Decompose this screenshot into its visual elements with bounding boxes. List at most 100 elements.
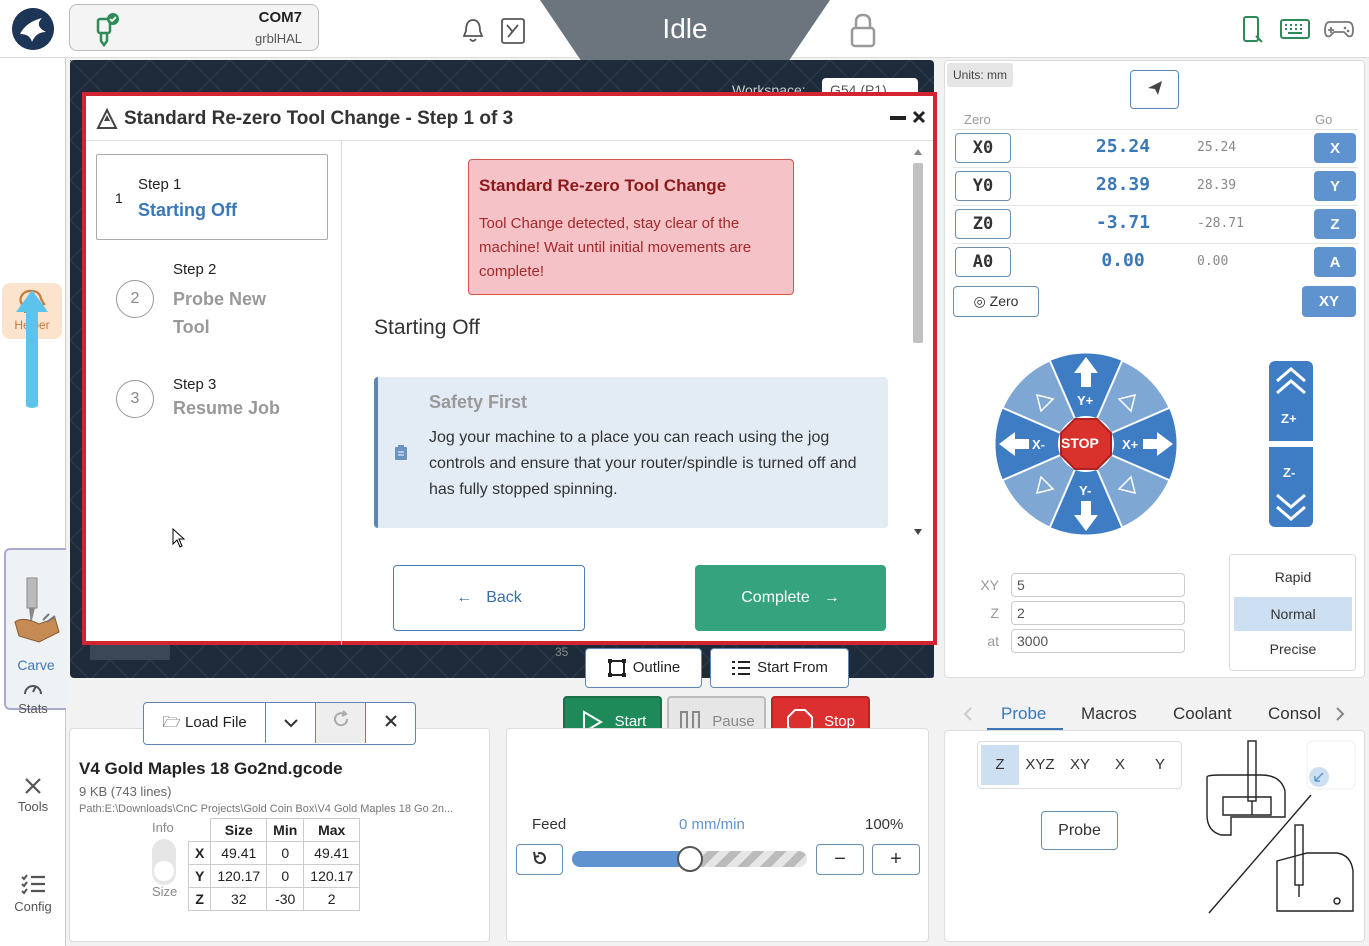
xy-step-input[interactable]: 5 [1011, 573, 1185, 597]
feed-slider-track[interactable] [572, 846, 807, 872]
keyboard-icon[interactable] [1280, 18, 1310, 40]
stats-label: Stats [18, 701, 48, 716]
cell: 120.17 [303, 864, 361, 888]
step-2-label: Step 2 [173, 261, 217, 278]
file-size: 9 KB (743 lines) [79, 784, 172, 799]
y-minus-label: Y- [1079, 483, 1092, 498]
target-icon: ◎ [973, 293, 986, 309]
zero-y-button[interactable]: Y0 [955, 171, 1011, 201]
a-machine-position: 0.00 [1197, 254, 1229, 269]
feed-decrease-button[interactable]: − [816, 844, 864, 875]
reload-button[interactable] [316, 703, 366, 743]
go-a-button[interactable]: A [1314, 247, 1356, 277]
probe-diagram [1206, 740, 1356, 914]
outline-label: Outline [632, 658, 681, 676]
port-name: COM7 [258, 9, 302, 26]
close-file-button[interactable] [366, 703, 415, 743]
z-minus-button[interactable]: Z- [1269, 447, 1313, 527]
probe-axis-xy[interactable]: XY [1061, 745, 1099, 785]
step-content: Standard Re-zero Tool Change Tool Change… [343, 141, 933, 645]
probe-axis-z[interactable]: Z [981, 745, 1019, 785]
y-work-position: 28.39 [1095, 174, 1151, 195]
z-plus-button[interactable]: Z+ [1269, 361, 1313, 441]
tab-probe[interactable]: Probe [1001, 704, 1046, 724]
speed-normal-button[interactable]: Normal [1234, 597, 1352, 631]
probe-axis-y[interactable]: Y [1141, 745, 1179, 785]
go-header: Go [1315, 112, 1333, 127]
load-file-button[interactable]: 🗁 Load File [144, 703, 266, 743]
config-nav-item[interactable]: Config [0, 872, 66, 914]
goto-button[interactable] [1130, 70, 1179, 109]
minus-icon: − [834, 848, 846, 870]
zero-all-label: Zero [989, 293, 1019, 309]
config-label: Config [14, 899, 52, 914]
safety-title: Safety First [429, 392, 528, 412]
stats-nav-item[interactable]: Stats [0, 680, 66, 716]
axis-label: Z [187, 887, 212, 911]
lock-icon[interactable] [849, 12, 877, 48]
gamepad-icon[interactable] [1324, 18, 1354, 40]
folder-icon: 🗁 [162, 714, 181, 731]
recent-files-button[interactable] [266, 703, 316, 743]
probe-button[interactable]: Probe [1041, 811, 1118, 850]
step-2[interactable]: 2 Step 2 Probe New Tool [98, 251, 330, 351]
speed-precise-button[interactable]: Precise [1234, 633, 1352, 665]
cell: 49.41 [303, 841, 361, 865]
minimize-icon[interactable] [890, 116, 906, 120]
table-row: Z 32 -30 2 [187, 887, 361, 911]
step-3[interactable]: 3 Step 3 Resume Job [98, 366, 330, 446]
probe-axis-xyz[interactable]: XYZ [1021, 745, 1059, 785]
step-2-number: 2 [116, 280, 154, 318]
back-button[interactable]: ← Back [393, 565, 585, 631]
x-minus-label: X- [1032, 437, 1045, 452]
info-size-toggle[interactable] [152, 839, 176, 885]
cell: 0 [266, 841, 305, 865]
jog-feed-input[interactable]: 3000 [1011, 629, 1185, 653]
column-header: Min [266, 818, 305, 842]
zero-all-button[interactable]: ◎ Zero [953, 286, 1039, 317]
go-y-button[interactable]: Y [1314, 171, 1356, 201]
z-machine-position: -28.71 [1197, 216, 1244, 231]
tab-macros[interactable]: Macros [1081, 704, 1137, 724]
axis-row-y: Y0 28.39 28.39 Y [953, 167, 1358, 203]
outline-icon [607, 659, 626, 677]
feed-slider-handle[interactable] [677, 846, 703, 872]
go-z-button[interactable]: Z [1314, 209, 1356, 239]
feed-increase-button[interactable]: + [872, 844, 920, 875]
left-nav: Helper Carve Stats Tools Config [0, 58, 66, 946]
complete-button[interactable]: Complete → [695, 565, 886, 631]
start-from-button[interactable]: Start From [710, 648, 849, 688]
feed-slider-fill [572, 851, 690, 867]
step-1[interactable]: 1 Step 1 Starting Off [96, 154, 328, 240]
go-x-button[interactable]: X [1314, 133, 1356, 163]
tools-nav-item[interactable]: Tools [0, 776, 66, 814]
connection-widget[interactable]: COM7 grblHAL [69, 4, 319, 51]
column-header: Max [303, 818, 361, 842]
bell-icon[interactable] [461, 18, 485, 44]
zero-z-button[interactable]: Z0 [955, 209, 1011, 239]
table-row: X 49.41 0 49.41 [187, 841, 361, 865]
axis-row-z: Z0 -3.71 -28.71 Z [953, 205, 1358, 241]
zero-x-button[interactable]: X0 [955, 133, 1011, 163]
z-step-input[interactable]: 2 [1011, 601, 1185, 625]
probe-axis-x[interactable]: X [1101, 745, 1139, 785]
go-xy-button[interactable]: XY [1302, 286, 1356, 317]
zero-a-button[interactable]: A0 [955, 247, 1011, 277]
feed-reset-button[interactable] [516, 844, 563, 875]
phone-icon[interactable] [1240, 14, 1264, 46]
tab-console[interactable]: Consol [1268, 704, 1321, 724]
step-list: 1 Step 1 Starting Off 2 Step 2 Probe New… [86, 141, 342, 645]
scrollbar[interactable] [911, 149, 925, 539]
a-work-position: 0.00 [1101, 250, 1145, 271]
tabs-scroll-right-icon[interactable] [1334, 706, 1346, 722]
xy-step-label: XY [980, 577, 999, 593]
close-icon[interactable] [912, 110, 926, 124]
tabs-scroll-left-icon[interactable] [962, 706, 974, 722]
app-logo [12, 8, 54, 50]
stop-jog-label[interactable]: STOP [1061, 435, 1099, 451]
speed-rapid-button[interactable]: Rapid [1234, 561, 1352, 593]
feed-percent: 100% [865, 816, 904, 833]
outline-button[interactable]: Outline [585, 648, 702, 688]
tab-coolant[interactable]: Coolant [1173, 704, 1232, 724]
firmware-tool-icon[interactable] [500, 17, 526, 45]
